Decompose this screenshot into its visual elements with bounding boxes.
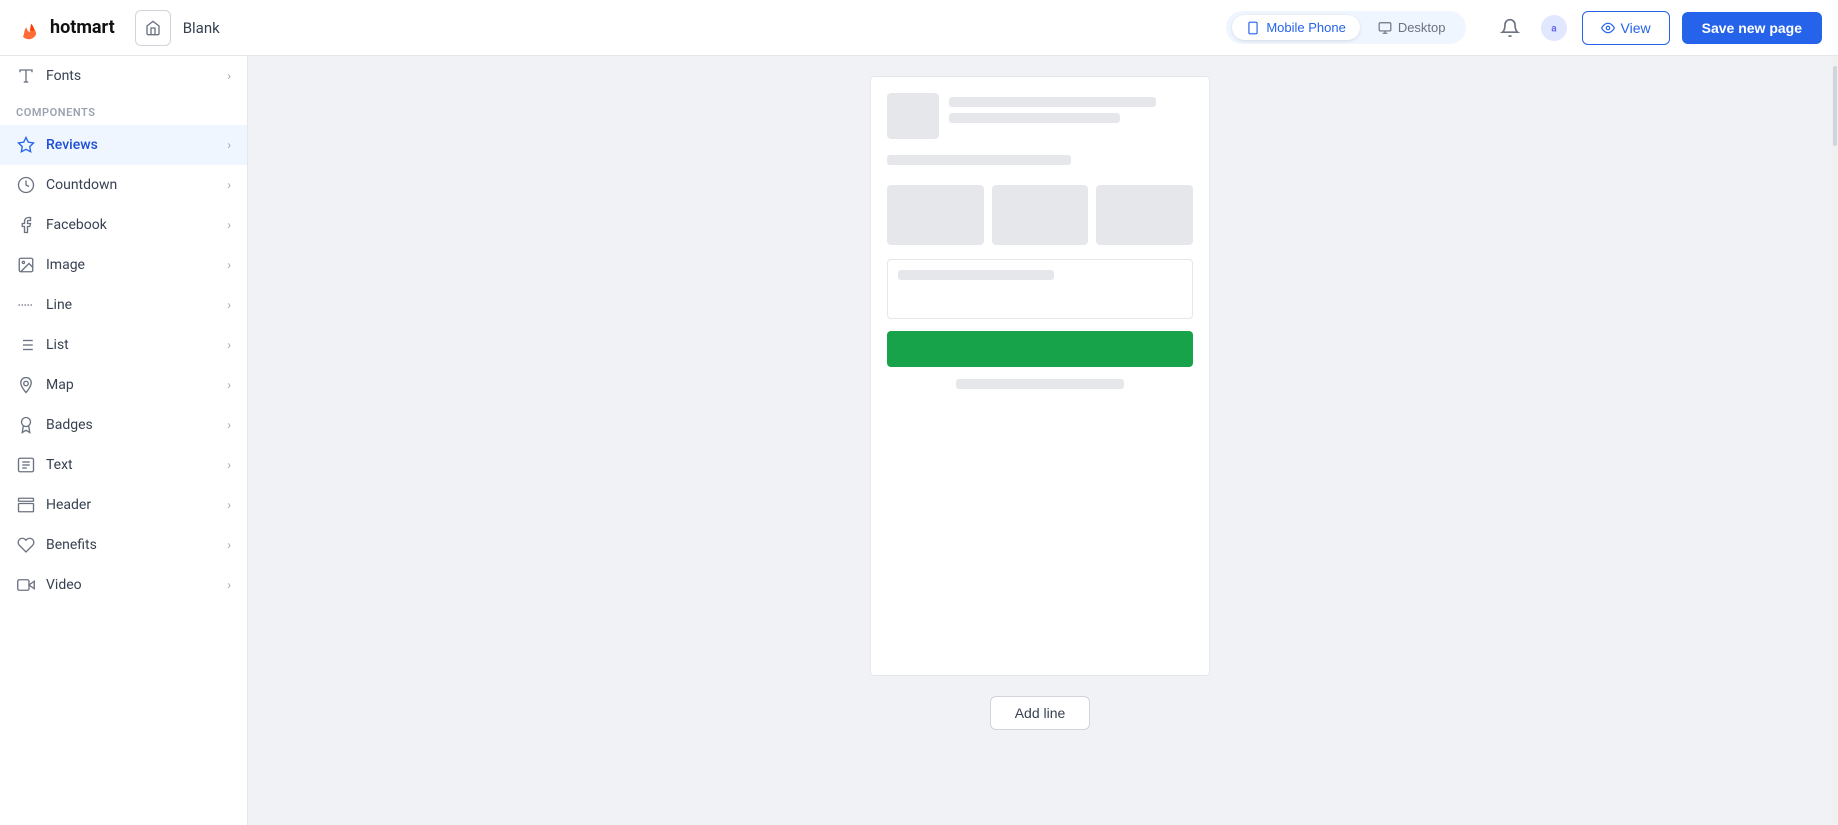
countdown-label: Countdown (46, 177, 217, 193)
sidebar-item-benefits[interactable]: Benefits › (0, 525, 247, 565)
view-toggle: Mobile Phone Desktop (1226, 11, 1465, 44)
badges-label: Badges (46, 417, 217, 433)
mobile-icon (1246, 21, 1260, 35)
view-button[interactable]: View (1582, 11, 1670, 45)
home-button[interactable] (135, 10, 171, 46)
badges-icon (16, 415, 36, 435)
preview-card-3 (1096, 185, 1193, 245)
map-chevron-icon: › (227, 378, 231, 392)
notification-button[interactable] (1494, 12, 1526, 44)
preview-text-lines (949, 93, 1193, 139)
add-line-button[interactable]: Add line (990, 696, 1091, 730)
header-icon (16, 495, 36, 515)
sidebar-item-reviews[interactable]: Reviews › (0, 125, 247, 165)
map-icon (16, 375, 36, 395)
sidebar-item-video[interactable]: Video › (0, 565, 247, 605)
main-layout: Fonts › COMPONENTS Reviews › Countdown (0, 56, 1838, 825)
desktop-icon (1378, 21, 1392, 35)
preview-thumbnail (887, 93, 939, 139)
text-icon (16, 455, 36, 475)
sidebar-item-image[interactable]: Image › (0, 245, 247, 285)
video-chevron-icon: › (227, 578, 231, 592)
line-icon (16, 295, 36, 315)
fonts-label: Fonts (46, 68, 217, 84)
topbar-right: a View Save new page (1494, 11, 1822, 45)
page-title: Blank (183, 19, 220, 37)
benefits-label: Benefits (46, 537, 217, 553)
benefits-chevron-icon: › (227, 538, 231, 552)
header-chevron-icon: › (227, 498, 231, 512)
canvas-frame (870, 76, 1210, 676)
list-icon (16, 335, 36, 355)
canvas-area: Add line (248, 56, 1832, 825)
facebook-chevron-icon: › (227, 218, 231, 232)
preview-block-1 (887, 93, 1193, 139)
preview-card-1 (887, 185, 984, 245)
right-scrollbar-thumb (1833, 66, 1837, 146)
eye-icon (1601, 21, 1615, 35)
sidebar: Fonts › COMPONENTS Reviews › Countdown (0, 56, 248, 825)
fonts-icon (16, 66, 36, 86)
sidebar-item-countdown[interactable]: Countdown › (0, 165, 247, 205)
countdown-chevron-icon: › (227, 178, 231, 192)
list-label: List (46, 337, 217, 353)
sidebar-item-line[interactable]: Line › (0, 285, 247, 325)
sidebar-item-fonts[interactable]: Fonts › (0, 56, 247, 96)
text-label: Text (46, 457, 217, 473)
logo-text: hotmart (50, 17, 115, 38)
reviews-label: Reviews (46, 137, 217, 153)
sidebar-item-map[interactable]: Map › (0, 365, 247, 405)
preview-cta-button (887, 331, 1193, 367)
map-label: Map (46, 377, 217, 393)
preview-caption-line (956, 379, 1124, 389)
preview-cards (887, 185, 1193, 245)
list-chevron-icon: › (227, 338, 231, 352)
preview-line-2 (949, 113, 1120, 123)
home-icon (145, 20, 161, 36)
badges-chevron-icon: › (227, 418, 231, 432)
fonts-chevron-icon: › (227, 69, 231, 83)
preview-textarea-line (898, 270, 1054, 280)
image-chevron-icon: › (227, 258, 231, 272)
topbar: hotmart Blank Mobile Phone Desktop (0, 0, 1838, 56)
desktop-toggle[interactable]: Desktop (1364, 15, 1460, 40)
facebook-icon (16, 215, 36, 235)
hotmart-logo-icon (16, 14, 44, 42)
svg-text:a: a (1551, 23, 1557, 34)
reviews-icon (16, 135, 36, 155)
mobile-phone-toggle[interactable]: Mobile Phone (1232, 15, 1360, 40)
facebook-label: Facebook (46, 217, 217, 233)
bell-icon (1500, 18, 1520, 38)
sidebar-item-list[interactable]: List › (0, 325, 247, 365)
image-icon (16, 255, 36, 275)
preview-card-2 (992, 185, 1089, 245)
preview-textarea (887, 259, 1193, 319)
countdown-icon (16, 175, 36, 195)
video-label: Video (46, 577, 217, 593)
video-icon (16, 575, 36, 595)
right-scrollbar (1832, 56, 1838, 825)
preview-single-line (887, 155, 1071, 165)
benefits-icon (16, 535, 36, 555)
line-chevron-icon: › (227, 298, 231, 312)
reviews-chevron-icon: › (227, 138, 231, 152)
logo: hotmart (16, 14, 115, 42)
preview-line-1 (949, 97, 1156, 107)
sidebar-item-text[interactable]: Text › (0, 445, 247, 485)
user-avatar[interactable]: a (1538, 12, 1570, 44)
text-chevron-icon: › (227, 458, 231, 472)
header-label: Header (46, 497, 217, 513)
image-label: Image (46, 257, 217, 273)
components-section-label: COMPONENTS (0, 96, 247, 125)
sidebar-item-facebook[interactable]: Facebook › (0, 205, 247, 245)
sidebar-item-header[interactable]: Header › (0, 485, 247, 525)
line-label: Line (46, 297, 217, 313)
avatar-icon: a (1541, 15, 1567, 41)
save-new-page-button[interactable]: Save new page (1682, 12, 1822, 44)
sidebar-item-badges[interactable]: Badges › (0, 405, 247, 445)
